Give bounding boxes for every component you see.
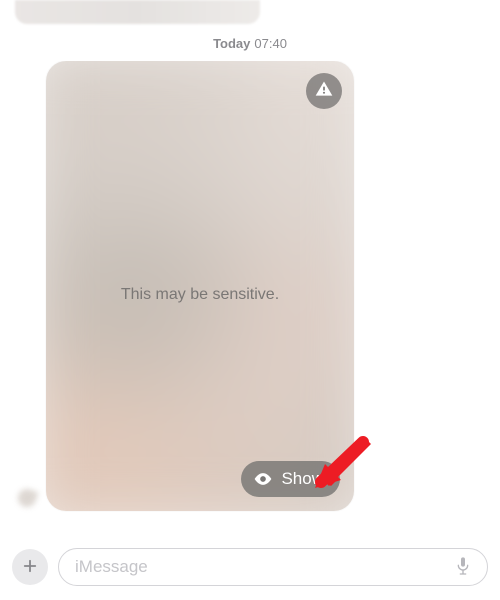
sensitive-content-label: This may be sensitive. [121,286,279,304]
warning-triangle-icon [314,79,334,104]
eye-icon [253,469,273,489]
imessage-conversation-view: Today 07:40 This may be sensitive. [0,0,500,600]
message-timestamp: Today 07:40 [0,36,500,51]
bubble-tail [20,487,34,507]
previous-message-peek [15,0,260,24]
messages-area: This may be sensitive. Show [0,61,500,538]
show-button-label: Show [281,469,324,489]
plus-icon [21,557,39,578]
message-input-container[interactable] [58,548,488,586]
add-attachment-button[interactable] [12,549,48,585]
timestamp-day: Today [213,36,250,51]
dictation-button[interactable] [449,553,477,581]
message-composer [0,538,500,600]
warning-badge[interactable] [306,73,342,109]
incoming-message-row: This may be sensitive. Show [10,61,490,511]
sensitive-image-bubble[interactable]: This may be sensitive. Show [46,61,354,511]
timestamp-time: 07:40 [254,36,287,51]
microphone-icon [455,556,471,579]
show-button[interactable]: Show [241,461,340,497]
message-input[interactable] [75,557,449,577]
